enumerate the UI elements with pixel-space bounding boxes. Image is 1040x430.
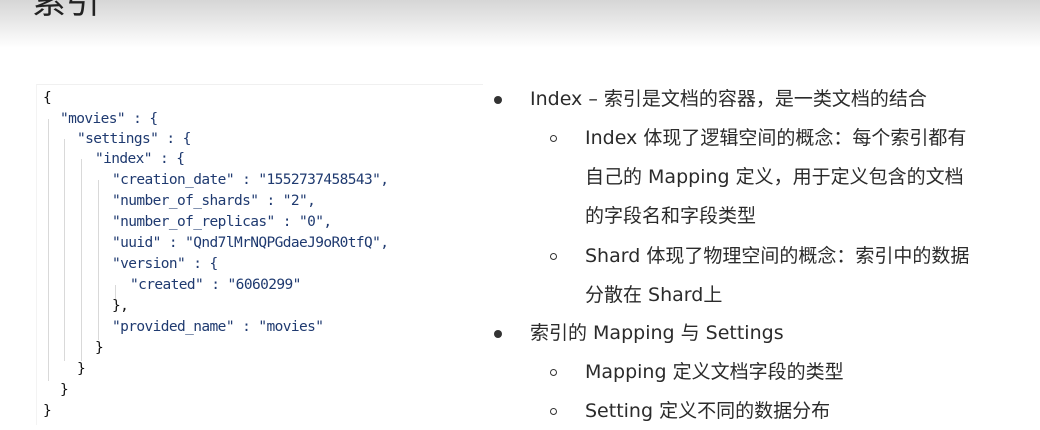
note-item: Setting 定义不同的数据分布 [585,400,831,422]
note-item-continuation: 自己的 Mapping 定义，用于定义包含的文档 [585,166,964,188]
note-item: Shard 体现了物理空间的概念：索引中的数据 [585,245,970,267]
code-line: "provided_name" : "movies" [112,319,324,335]
bullet-dot-icon [494,96,502,104]
note-item: Index – 索引是文档的容器，是一类文档的结合 [530,88,927,110]
indent-guide [98,180,99,340]
code-line: } [60,382,69,398]
bullet-dot-icon [494,330,502,338]
bullet-ring-icon [550,253,557,260]
header-band [0,0,1040,48]
note-item: 索引的 Mapping 与 Settings [530,322,784,344]
code-line: } [43,403,52,419]
code-line: "uuid" : "Qnd7lMrNQPGdaeJ9oR0tfQ", [112,235,389,251]
note-item: Mapping 定义文档字段的类型 [585,361,844,383]
code-line: } [77,361,86,377]
code-line: "version" : { [112,256,218,272]
bullet-ring-icon [550,369,557,376]
code-line: "number_of_replicas" : "0", [112,214,332,230]
indent-guide [64,139,65,361]
code-line: }, [112,298,129,314]
page-title: 索引 [32,0,100,22]
note-item-continuation: 分散在 Shard上 [585,284,723,306]
bullet-ring-icon [550,135,557,142]
note-item-continuation: 的字段名和字段类型 [585,205,757,227]
indent-guide [81,159,82,361]
indent-guide [48,119,49,381]
code-line: "movies" : { [60,111,158,127]
code-line: "number_of_shards" : "2", [112,193,316,209]
code-line: "index" : { [95,151,185,167]
bullet-ring-icon [550,408,557,415]
code-line: "created" : "6060299" [130,277,301,293]
code-line: { [43,90,52,106]
code-line: "creation_date" : "1552737458543", [112,172,389,188]
code-panel: { "movies" : { "settings" : { "index" : … [36,84,483,425]
code-line: } [95,340,104,356]
note-item: Index 体现了逻辑空间的概念：每个索引都有 [585,127,967,149]
code-line: "settings" : { [77,131,191,147]
